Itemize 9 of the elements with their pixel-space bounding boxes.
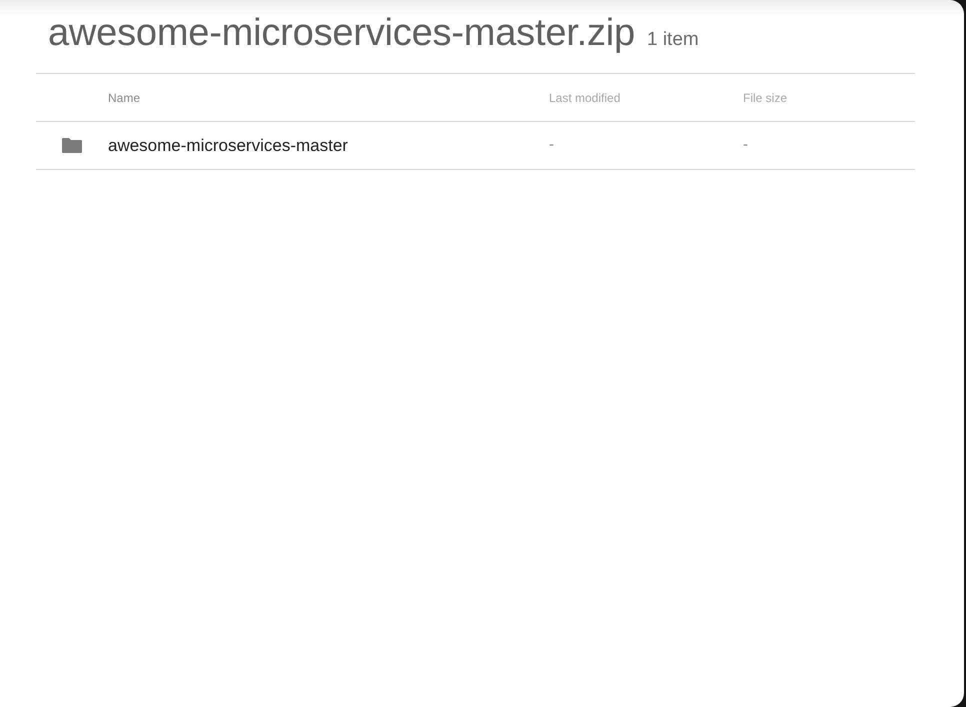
column-header[interactable]: File size <box>743 88 788 106</box>
column-header[interactable]: Last modified <box>549 88 620 106</box>
folder-name-link[interactable]: awesome-microservices-master <box>108 132 348 158</box>
modified-value: - <box>549 135 554 156</box>
folder-icon <box>62 138 82 153</box>
archive-title: awesome-microservices-master.zip <box>48 14 635 52</box>
item-count: 1 item <box>646 30 699 49</box>
column-header[interactable]: Name <box>108 88 140 106</box>
size-value: - <box>743 135 748 156</box>
